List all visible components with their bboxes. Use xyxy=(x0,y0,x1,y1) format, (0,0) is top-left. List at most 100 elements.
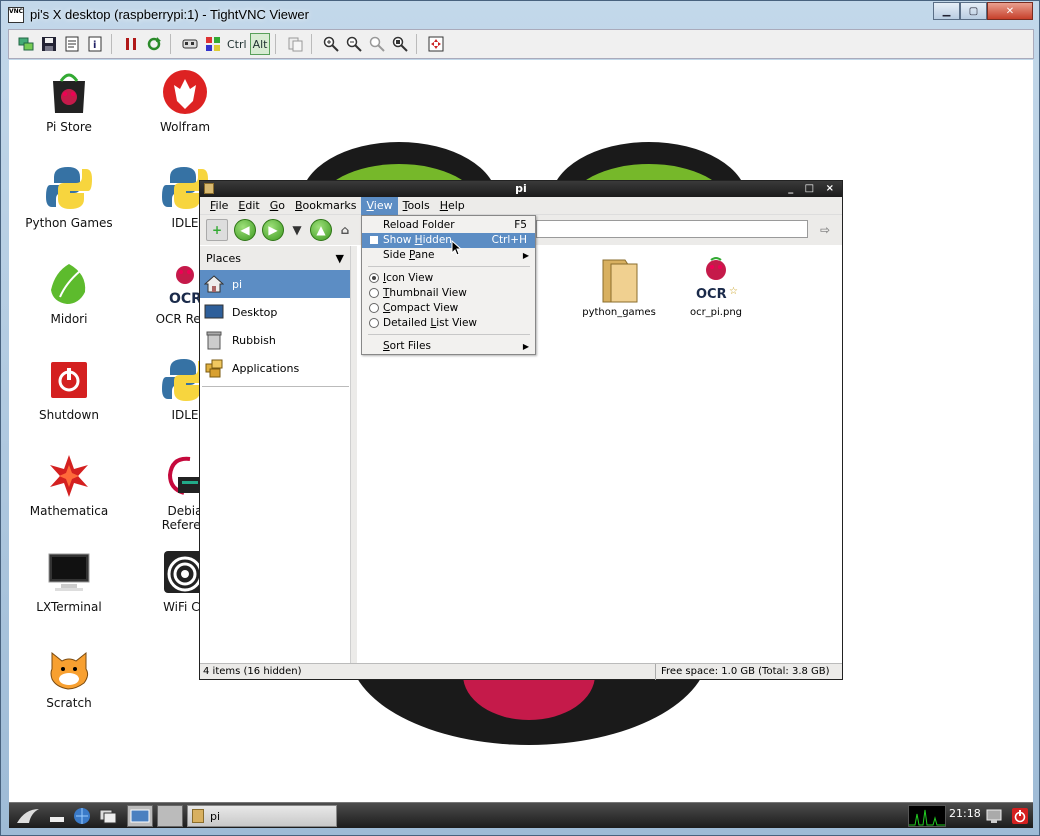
menu-view[interactable]: View xyxy=(361,196,398,215)
desktop-icon-label: Pi Store xyxy=(46,120,92,134)
chevron-down-icon[interactable]: ▼ xyxy=(336,252,344,265)
view-menu-dropdown: Reload Folder F5 Show Hidden Ctrl+H Side… xyxy=(361,215,536,355)
history-dropdown-icon[interactable]: ▼ xyxy=(290,219,304,241)
sidebar-item-applications[interactable]: Applications xyxy=(200,354,350,382)
ctrl-alt-del-icon[interactable] xyxy=(179,33,201,55)
menu-item-side-pane[interactable]: Side Pane ▶ xyxy=(362,248,535,263)
show-desktop-icon[interactable] xyxy=(47,805,67,827)
window-controls[interactable]: _ □ × xyxy=(788,181,838,197)
menu-item-label: ompact View xyxy=(390,302,459,314)
desktop-icon-mathematica[interactable]: Mathematica xyxy=(9,452,129,518)
browser-icon[interactable] xyxy=(71,805,93,827)
menu-item-label: ist View xyxy=(436,317,478,329)
vnc-toolbar: i Ctrl Alt xyxy=(8,29,1034,59)
title-bar[interactable]: VNC pi's X desktop (raspberrypi:1) - Tig… xyxy=(1,1,1039,29)
vnc-viewer-window: VNC pi's X desktop (raspberrypi:1) - Tig… xyxy=(0,0,1040,836)
menu-file[interactable]: File xyxy=(205,197,233,215)
wolfram-icon xyxy=(161,68,209,116)
desktop-icon-lxterminal[interactable]: LXTerminal xyxy=(9,548,129,614)
maximize-button[interactable]: ▢ xyxy=(960,2,987,20)
toolbar-separator xyxy=(311,34,319,54)
cpu-monitor[interactable] xyxy=(908,805,946,827)
up-button[interactable]: ▲ xyxy=(310,219,332,241)
alt-key-button[interactable]: Alt xyxy=(249,33,271,55)
radio-icon[interactable] xyxy=(369,288,379,298)
pause-icon[interactable] xyxy=(120,33,142,55)
taskbar-window-pi[interactable]: pi xyxy=(187,805,337,827)
save-icon[interactable] xyxy=(38,33,60,55)
menu-item-reload-folder[interactable]: Reload Folder F5 xyxy=(362,218,535,233)
menu-tools[interactable]: Tools xyxy=(398,197,435,215)
trash-icon xyxy=(204,330,224,350)
clipboard-icon[interactable] xyxy=(284,33,306,55)
sidebar-item-rubbish[interactable]: Rubbish xyxy=(200,326,350,354)
radio-icon[interactable] xyxy=(369,318,379,328)
show-hidden-checkbox[interactable] xyxy=(370,236,378,244)
file-manager-titlebar[interactable]: pi _ □ × xyxy=(200,181,842,197)
start-menu-icon[interactable] xyxy=(202,33,224,55)
file-name: ocr_pi.png xyxy=(689,307,743,318)
desktop-icon-pi-store[interactable]: Pi Store xyxy=(9,68,129,134)
screen-lock-icon[interactable] xyxy=(983,805,1005,827)
logout-icon[interactable] xyxy=(1009,805,1031,827)
desktop-icon-python-games[interactable]: Python Games xyxy=(9,164,129,230)
zoom-out-icon[interactable] xyxy=(343,33,365,55)
minimize-button[interactable]: ▁ xyxy=(933,2,960,20)
free-space: Free space: 1.0 GB (Total: 3.8 GB) xyxy=(661,665,830,677)
back-button[interactable]: ◀ xyxy=(234,219,256,241)
menu-bookmarks[interactable]: Bookmarks xyxy=(290,197,361,215)
desktop-icon-wolfram[interactable]: Wolfram xyxy=(125,68,245,134)
image-file-icon: OCR ☆ xyxy=(696,257,738,302)
zoom-in-icon[interactable] xyxy=(320,33,342,55)
menu-item-show-hidden[interactable]: Show Hidden Ctrl+H xyxy=(362,233,535,248)
go-icon[interactable]: ⇨ xyxy=(814,219,836,241)
desktop-icon-midori[interactable]: Midori xyxy=(9,260,129,326)
close-button[interactable]: ✕ xyxy=(987,2,1033,20)
file-item[interactable]: OCR ☆ ocr_pi.png xyxy=(671,256,761,318)
workspace-1-button[interactable] xyxy=(127,805,153,827)
places-header[interactable]: Places ▼ xyxy=(200,246,350,270)
radio-selected-icon[interactable] xyxy=(369,273,379,283)
pi-store-icon xyxy=(45,68,93,116)
remote-desktop[interactable]: Pi Store Wolfram Python Games IDLE Midor… xyxy=(9,60,1033,828)
radio-icon[interactable] xyxy=(369,303,379,313)
menu-item-thumbnail-view[interactable]: Thumbnail View xyxy=(362,286,535,301)
location-bar[interactable] xyxy=(536,220,808,238)
new-connection-icon[interactable] xyxy=(15,33,37,55)
menu-item-label: Show xyxy=(383,234,415,246)
status-bar: 4 items (16 hidden) Free space: 1.0 GB (… xyxy=(200,663,842,680)
desktop-icon-shutdown[interactable]: Shutdown xyxy=(9,356,129,422)
home-folder-icon xyxy=(204,274,224,294)
sidebar-item-desktop[interactable]: Desktop xyxy=(200,298,350,326)
menu-item-icon-view[interactable]: Icon View xyxy=(362,271,535,286)
zoom-100-icon[interactable] xyxy=(366,33,388,55)
desktop-icon-scratch[interactable]: Scratch xyxy=(9,644,129,710)
svg-text:OCR: OCR xyxy=(696,287,727,302)
menu-item-label: con View xyxy=(386,272,434,284)
refresh-icon[interactable] xyxy=(143,33,165,55)
file-item[interactable]: python_games xyxy=(574,256,664,318)
clock[interactable]: 21:18 xyxy=(949,807,981,820)
menu-edit[interactable]: Edit xyxy=(233,197,264,215)
ctrl-key-button[interactable]: Ctrl xyxy=(225,33,249,55)
file-name: python_games xyxy=(582,307,656,318)
menu-item-detailed-list-view[interactable]: Detailed List View xyxy=(362,316,535,331)
scratch-icon xyxy=(45,644,93,692)
home-icon[interactable]: ⌂ xyxy=(338,219,352,241)
forward-button[interactable]: ▶ xyxy=(262,219,284,241)
fullscreen-icon[interactable] xyxy=(425,33,447,55)
menu-item-compact-view[interactable]: Compact View xyxy=(362,301,535,316)
menu-help[interactable]: Help xyxy=(435,197,470,215)
options-icon[interactable] xyxy=(61,33,83,55)
menu-item-sort-files[interactable]: Sort Files ▶ xyxy=(362,339,535,354)
zoom-auto-icon[interactable] xyxy=(389,33,411,55)
folder-icon xyxy=(192,809,204,823)
menu-go[interactable]: Go xyxy=(265,197,290,215)
info-icon[interactable]: i xyxy=(84,33,106,55)
menu-item-label: idden xyxy=(422,234,452,246)
workspace-2-button[interactable] xyxy=(157,805,183,827)
sidebar-item-pi[interactable]: pi xyxy=(200,270,350,298)
start-menu-button[interactable] xyxy=(13,805,43,827)
new-tab-icon[interactable]: + xyxy=(206,219,228,241)
file-manager-icon[interactable] xyxy=(97,805,119,827)
